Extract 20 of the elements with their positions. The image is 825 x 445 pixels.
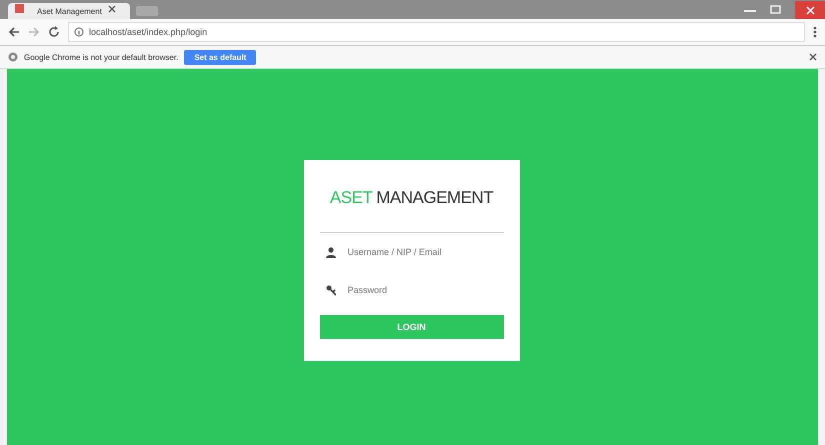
app-title: ASET MANAGEMENT — [328, 188, 494, 208]
browser-logo-icon — [8, 52, 18, 62]
info-message: Google Chrome is not your default browser. — [24, 52, 178, 62]
menu-icon[interactable] — [813, 26, 817, 38]
key-icon — [326, 284, 336, 296]
set-default-button[interactable]: Set as default — [184, 50, 256, 64]
close-icon[interactable] — [108, 4, 116, 12]
address-field[interactable]: localhost/aset/index.php/login — [68, 22, 805, 42]
reload-icon[interactable] — [48, 26, 60, 38]
user-icon — [326, 246, 336, 258]
password-field[interactable]: Password — [346, 284, 498, 296]
close-icon[interactable] — [809, 53, 817, 61]
info-icon — [74, 27, 84, 37]
page-icon — [14, 3, 25, 14]
maximize-icon[interactable] — [770, 5, 781, 14]
browser-tab[interactable]: Aset Management — [8, 3, 130, 19]
close-icon — [806, 6, 814, 14]
back-icon[interactable] — [8, 26, 20, 38]
close-window-button[interactable] — [795, 1, 825, 19]
username-field[interactable]: Username / NIP / Email — [346, 246, 498, 258]
